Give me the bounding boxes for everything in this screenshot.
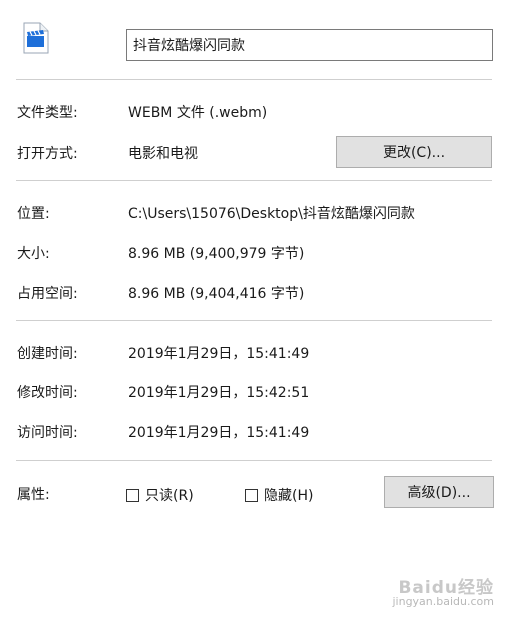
video-file-icon <box>23 22 49 54</box>
accessed-label: 访问时间: <box>17 425 78 441</box>
size-value: 8.96 MB (9,400,979 字节) <box>128 246 305 262</box>
file-name-input[interactable] <box>126 29 493 61</box>
attributes-label: 属性: <box>17 487 50 503</box>
file-type-label: 文件类型: <box>17 105 78 121</box>
size-label: 大小: <box>17 246 50 262</box>
created-value: 2019年1月29日，15:41:49 <box>128 346 310 362</box>
file-type-value: WEBM 文件 (.webm) <box>128 105 268 121</box>
separator <box>16 180 492 181</box>
created-label: 创建时间: <box>17 346 78 362</box>
location-label: 位置: <box>17 206 50 222</box>
change-button[interactable]: 更改(C)... <box>336 136 492 168</box>
location-value: C:\Users\15076\Desktop\抖音炫酷爆闪同款 <box>128 206 415 222</box>
size-on-disk-label: 占用空间: <box>17 286 78 302</box>
hidden-checkbox-box[interactable] <box>245 488 258 502</box>
watermark-url: jingyan.baidu.com <box>392 595 494 608</box>
accessed-value: 2019年1月29日，15:41:49 <box>128 425 310 441</box>
readonly-checkbox-box[interactable] <box>126 488 139 502</box>
opens-with-label: 打开方式: <box>17 146 78 162</box>
size-on-disk-value: 8.96 MB (9,404,416 字节) <box>128 286 305 302</box>
baidu-watermark: Baidu经验 jingyan.baidu.com <box>392 578 494 609</box>
watermark-brand: Baidu经验 <box>398 578 494 598</box>
readonly-checkbox-label[interactable]: 只读(R) <box>145 485 194 505</box>
separator <box>16 320 492 321</box>
modified-value: 2019年1月29日，15:42:51 <box>128 385 310 401</box>
advanced-button[interactable]: 高级(D)... <box>384 476 494 508</box>
readonly-checkbox[interactable]: 只读(R) <box>126 485 194 505</box>
hidden-checkbox-label[interactable]: 隐藏(H) <box>264 485 313 505</box>
separator <box>16 460 492 461</box>
modified-label: 修改时间: <box>17 385 78 401</box>
hidden-checkbox[interactable]: 隐藏(H) <box>245 485 313 505</box>
separator <box>16 79 492 80</box>
opens-with-value: 电影和电视 <box>128 146 198 162</box>
